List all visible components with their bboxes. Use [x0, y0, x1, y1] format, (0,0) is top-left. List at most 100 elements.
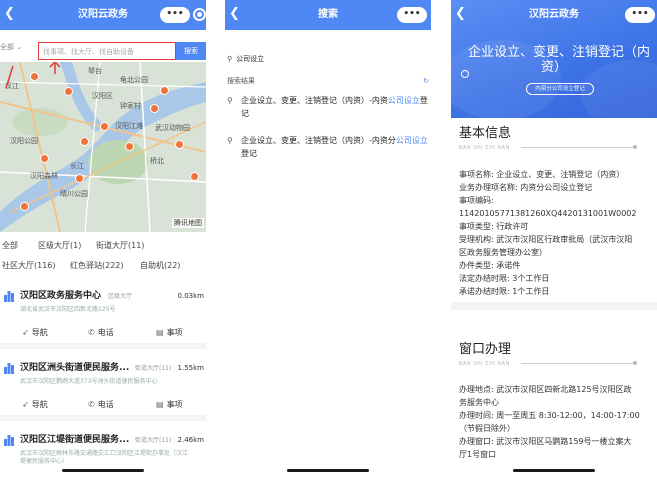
- hall-marker-icon[interactable]: [20, 202, 29, 211]
- search-icon: ⚲: [227, 136, 233, 145]
- hall-marker-icon[interactable]: [64, 87, 73, 96]
- info-line: 事项编码:: [459, 196, 494, 205]
- item-title: 企业设立、变更、注销登记（内: [467, 45, 650, 60]
- navigate-button[interactable]: ➶ 导航: [22, 327, 48, 339]
- info-line: 办理地点: 武汉市汉阳区四新北路125号汉阳区政: [459, 385, 632, 394]
- map-label: 钟家村: [120, 102, 141, 110]
- close-miniapp-icon[interactable]: [193, 8, 206, 21]
- tab-community-hall[interactable]: 社区大厅(116): [2, 260, 56, 272]
- info-line: （节假日除外）: [459, 424, 515, 433]
- map-view[interactable]: 汉阳区 琴台 龟北公园 汉阳江滩 汉阳森林 长江 桥北 汉江 汉阳公园 钟家村 …: [0, 62, 206, 232]
- info-line: 法定办结时限: 3个工作日: [459, 274, 550, 283]
- hall-name: 汉阳区洲头街道便民服务...: [20, 363, 130, 373]
- hall-address: 武汉市汉阳区鹦鹉大道373号洲头街道便民服务中心: [20, 378, 158, 385]
- more-menu-button[interactable]: •••: [160, 7, 190, 23]
- nav-bar: ❮ 搜索 •••: [225, 0, 431, 30]
- hall-marker-icon[interactable]: [160, 86, 169, 95]
- building-icon: [4, 435, 14, 446]
- window-info: 办理地点: 武汉市汉阳区四新北路125号汉阳区政 务服务中心 办理时间: 周一至…: [459, 383, 655, 461]
- map-label: 武汉动物园: [155, 124, 190, 132]
- building-icon: [4, 363, 14, 374]
- tab-all[interactable]: 全部: [2, 240, 18, 252]
- info-line: 事项类型: 行政许可: [459, 222, 529, 231]
- tab-self-service[interactable]: 自助机(22): [140, 260, 180, 272]
- hall-type-badge: 街道大厅(11): [135, 365, 172, 372]
- info-line: 承诺办结时限: 1个工作日: [459, 287, 550, 296]
- home-indicator: [513, 469, 595, 472]
- map-label: 龟北公园: [120, 76, 148, 84]
- section-window-header: 窗口办理 BAN SHI ZHI NAN: [451, 342, 657, 372]
- pointer-arrow-up: [49, 62, 61, 74]
- phone-icon: ✆: [88, 328, 95, 337]
- items-button[interactable]: ▤ 事项: [156, 399, 183, 411]
- hall-marker-icon[interactable]: [175, 140, 184, 149]
- info-line: 办理时间: 周一至周五 8:30-12:00，14:00-17:00: [459, 411, 640, 420]
- hall-marker-icon[interactable]: [40, 154, 49, 163]
- info-line: 务服务中心: [459, 398, 499, 407]
- tab-street-hall[interactable]: 街道大厅(11): [96, 240, 144, 252]
- search-input[interactable]: ⚲ 公司设立: [227, 54, 427, 64]
- phone-icon: ✆: [88, 400, 95, 409]
- more-menu-button[interactable]: •••: [625, 7, 655, 23]
- list-item[interactable]: 汉阳区政务服务中心 区级大厅 0.03km 湖北省武汉市汉阳区四新北路125号 …: [0, 281, 206, 349]
- hall-address: 武汉市汉阳区梅林东路交通路交汇口汉阳区江堤街办事处（汉江: [20, 450, 189, 457]
- tab-red-station[interactable]: 红色驿站(222): [70, 260, 124, 272]
- navigate-icon: ➶: [22, 400, 29, 409]
- distance: 0.03km: [177, 292, 204, 300]
- search-screen: ❮ 搜索 ••• ⚲ 公司设立 搜索结果 ↻ ⚲ 企业设立、变更、注销登记（内资）…: [225, 0, 431, 477]
- divider: [521, 147, 633, 148]
- building-icon: [4, 291, 14, 302]
- item-title-cont: 资）: [540, 60, 567, 75]
- document-icon: ▤: [156, 400, 164, 409]
- hall-marker-icon[interactable]: [150, 104, 159, 113]
- items-button[interactable]: ▤ 事项: [156, 327, 183, 339]
- card-actions: ➶ 导航 ✆ 电话 ▤ 事项: [0, 399, 206, 413]
- hall-marker-icon[interactable]: [30, 72, 39, 81]
- search-button[interactable]: 搜索: [176, 42, 206, 60]
- map-label: 汉阳江滩: [115, 122, 143, 130]
- hall-name: 汉阳区江堤街道便民服务...: [20, 435, 130, 445]
- navigate-button[interactable]: ➶ 导航: [22, 399, 48, 411]
- map-label: 汉阳森林: [30, 172, 58, 180]
- map-label: 晴川公园: [60, 190, 88, 198]
- call-button[interactable]: ✆ 电话: [88, 399, 114, 411]
- hall-type-badge: 街道大厅(11): [135, 437, 172, 444]
- result-item[interactable]: ⚲ 企业设立、变更、注销登记（内资）-内资公司设立登记: [227, 94, 429, 124]
- info-line: 受理机构: 武汉市汉阳区行政审批局（武汉市汉阳: [459, 235, 633, 244]
- hall-map-screen: ❮ 汉阳云政务 ••• 全部 ⌄ 找事项、找大厅、找自助设备 搜索 汉阳区 琴台…: [0, 0, 206, 477]
- tab-district-hall[interactable]: 区级大厅(1): [38, 240, 81, 252]
- hall-marker-icon[interactable]: [190, 172, 199, 181]
- document-icon: ▤: [156, 328, 164, 337]
- list-item[interactable]: 汉阳区洲头街道便民服务... 街道大厅(11) 1.55km 武汉市汉阳区鹦鹉大…: [0, 353, 206, 421]
- section-basic-info-header: 基本信息 BAN SHI ZHI NAN: [451, 126, 657, 156]
- call-button[interactable]: ✆ 电话: [88, 327, 114, 339]
- hall-marker-icon[interactable]: [100, 122, 109, 131]
- hall-marker-icon[interactable]: [80, 137, 89, 146]
- refresh-icon[interactable]: ↻: [423, 76, 429, 86]
- map-label: 桥北: [150, 157, 164, 165]
- hall-marker-icon[interactable]: [75, 174, 84, 183]
- home-indicator: [287, 469, 369, 472]
- result-header: 搜索结果 ↻: [227, 76, 429, 86]
- card-actions: ➶ 导航 ✆ 电话 ▤ 事项: [0, 327, 206, 341]
- search-icon: ⚲: [227, 55, 233, 63]
- area-select[interactable]: 全部 ⌄: [0, 42, 22, 52]
- map-label: 汉阳区: [92, 92, 113, 100]
- item-detail-screen: 企业设立、变更、注销登记（内 资） 内资分公司设立登记 ❮ 汉阳云政务 ••• …: [451, 0, 657, 477]
- info-line: 厅1号窗口: [459, 450, 497, 459]
- divider: [521, 363, 633, 364]
- section-subtitle: BAN SHI ZHI NAN: [459, 145, 510, 151]
- distance: 2.46km: [177, 436, 204, 444]
- nav-bar: ❮ 汉阳云政务 •••: [0, 0, 206, 30]
- hall-marker-icon[interactable]: [125, 142, 134, 151]
- ring-icon: [461, 70, 469, 78]
- search-input[interactable]: 找事项、找大厅、找自助设备: [38, 42, 176, 60]
- info-line: 区政务服务管理办公室）: [459, 248, 547, 257]
- distance: 1.55km: [177, 364, 204, 372]
- result-item[interactable]: ⚲ 企业设立、变更、注销登记（内资）-内资分公司设立登记: [227, 134, 429, 164]
- map-label: 汉阳公园: [10, 137, 38, 145]
- more-menu-button[interactable]: •••: [397, 7, 427, 23]
- info-line: 事项名称: 企业设立、变更、注销登记（内资）: [459, 170, 625, 179]
- hall-type-badge: 区级大厅: [108, 293, 133, 300]
- subitem-pill[interactable]: 内资分公司设立登记: [526, 83, 594, 95]
